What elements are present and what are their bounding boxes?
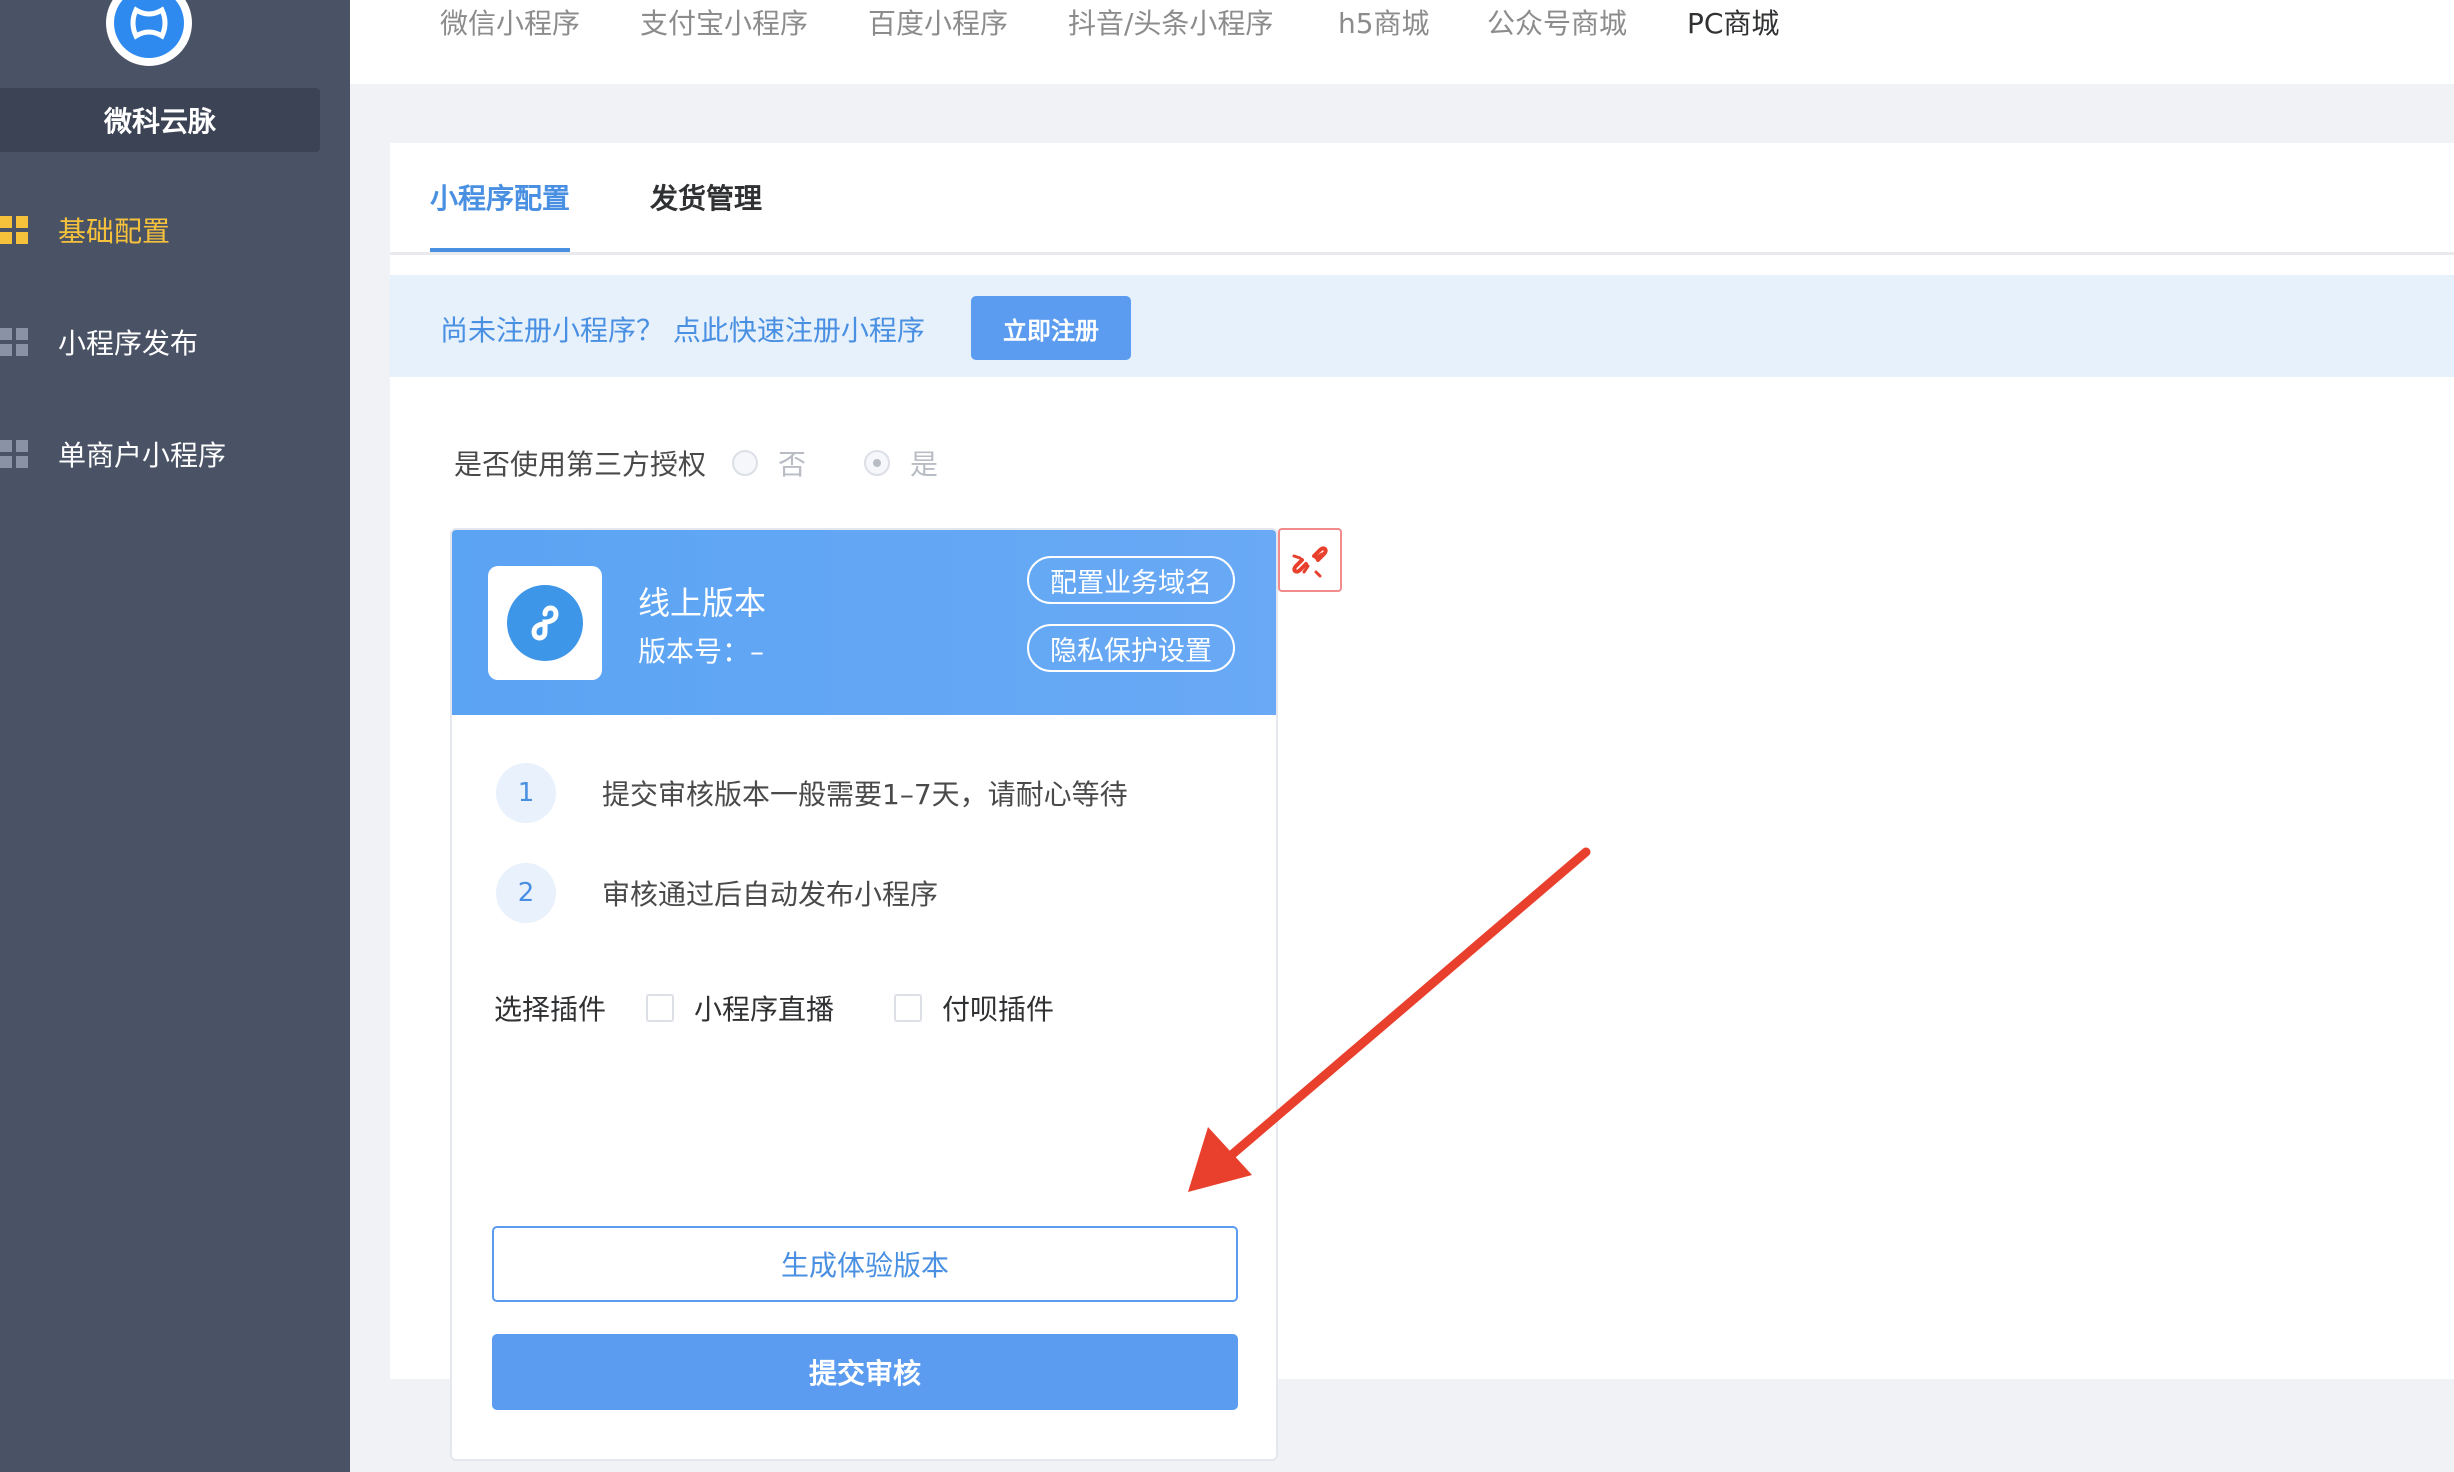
sidebar-item-label: 小程序发布: [58, 327, 199, 360]
radio-no-label[interactable]: 否: [778, 443, 806, 483]
third-party-auth-label: 是否使用第三方授权: [454, 448, 707, 481]
unlink-icon: [1292, 546, 1328, 578]
register-notice-text[interactable]: 尚未注册小程序？ 点此快速注册小程序: [440, 309, 925, 349]
sidebar-item-single-merchant[interactable]: 单商户小程序: [0, 424, 226, 484]
nav-official-account-mall[interactable]: 公众号商城: [1487, 0, 1627, 48]
nav-douyin-miniapp[interactable]: 抖音/头条小程序: [1068, 0, 1273, 48]
plugin-selector: 选择插件 小程序直播 付呗插件: [494, 988, 1114, 1028]
logo: [106, 0, 192, 66]
fubei-plugin-label[interactable]: 付呗插件: [942, 988, 1054, 1028]
miniapp-icon: [507, 585, 583, 661]
step-number: 1: [496, 763, 556, 823]
sidebar-item-label: 单商户小程序: [58, 439, 227, 472]
radio-yes-label[interactable]: 是: [910, 443, 938, 483]
step-2: 2 审核通过后自动发布小程序: [496, 863, 938, 923]
top-nav: 微信小程序 支付宝小程序 百度小程序 抖音/头条小程序 h5商城 公众号商城 P…: [350, 0, 2454, 84]
sidebar-item-basic-config[interactable]: 基础配置: [0, 200, 170, 260]
step-number: 2: [496, 863, 556, 923]
grid-icon: [0, 440, 28, 468]
submit-review-button[interactable]: 提交审核: [492, 1334, 1238, 1410]
configure-domain-button[interactable]: 配置业务域名: [1027, 556, 1235, 604]
tab-bar: 小程序配置 发货管理: [390, 143, 2454, 255]
nav-baidu-miniapp[interactable]: 百度小程序: [868, 0, 1008, 48]
main-panel: 小程序配置 发货管理 尚未注册小程序？ 点此快速注册小程序 立即注册 是否使用第…: [390, 143, 2454, 1461]
nav-pc-mall[interactable]: PC商城: [1687, 0, 1779, 48]
version-title: 线上版本: [638, 584, 767, 622]
register-now-button[interactable]: 立即注册: [971, 296, 1131, 360]
online-version-card: 线上版本 版本号：– 配置业务域名 隐私保护设置 1 提交审核版本一般需要1–7…: [450, 528, 1278, 1461]
live-plugin-label[interactable]: 小程序直播: [694, 988, 834, 1028]
generate-experience-version-button[interactable]: 生成体验版本: [492, 1226, 1238, 1302]
unlink-button[interactable]: [1278, 528, 1342, 592]
register-notice: 尚未注册小程序？ 点此快速注册小程序: [390, 275, 2454, 377]
tab-shipping-management[interactable]: 发货管理: [650, 177, 762, 217]
step-1: 1 提交审核版本一般需要1–7天，请耐心等待: [496, 763, 1128, 823]
brand-name: 微科云脉: [0, 88, 320, 152]
tab-miniapp-config[interactable]: 小程序配置: [430, 177, 570, 217]
version-number: 版本号：–: [638, 635, 765, 668]
nav-alipay-miniapp[interactable]: 支付宝小程序: [640, 0, 808, 48]
checkbox-fubei-plugin[interactable]: [894, 994, 923, 1022]
sidebar: 微科云脉 基础配置 小程序发布 单商户小程序: [0, 0, 350, 1472]
third-party-auth-row: 是否使用第三方授权 否 是: [454, 443, 996, 483]
logo-icon: [114, 0, 184, 58]
checkbox-live-plugin[interactable]: [646, 994, 675, 1022]
miniapp-logo: [488, 566, 602, 680]
privacy-settings-button[interactable]: 隐私保护设置: [1027, 624, 1235, 672]
step-text: 提交审核版本一般需要1–7天，请耐心等待: [602, 778, 1128, 811]
active-tab-indicator: [430, 248, 570, 252]
grid-icon: [0, 328, 28, 356]
plugin-label: 选择插件: [494, 993, 607, 1026]
grid-icon: [0, 216, 28, 244]
radio-no[interactable]: [732, 450, 759, 476]
sidebar-item-label: 基础配置: [58, 215, 171, 248]
version-card-header: 线上版本 版本号：– 配置业务域名 隐私保护设置: [452, 530, 1276, 715]
nav-wechat-miniapp[interactable]: 微信小程序: [440, 0, 580, 48]
sidebar-item-miniapp-publish[interactable]: 小程序发布: [0, 312, 198, 372]
nav-h5-mall[interactable]: h5商城: [1338, 0, 1430, 48]
radio-yes[interactable]: [864, 450, 891, 476]
step-text: 审核通过后自动发布小程序: [602, 878, 939, 911]
